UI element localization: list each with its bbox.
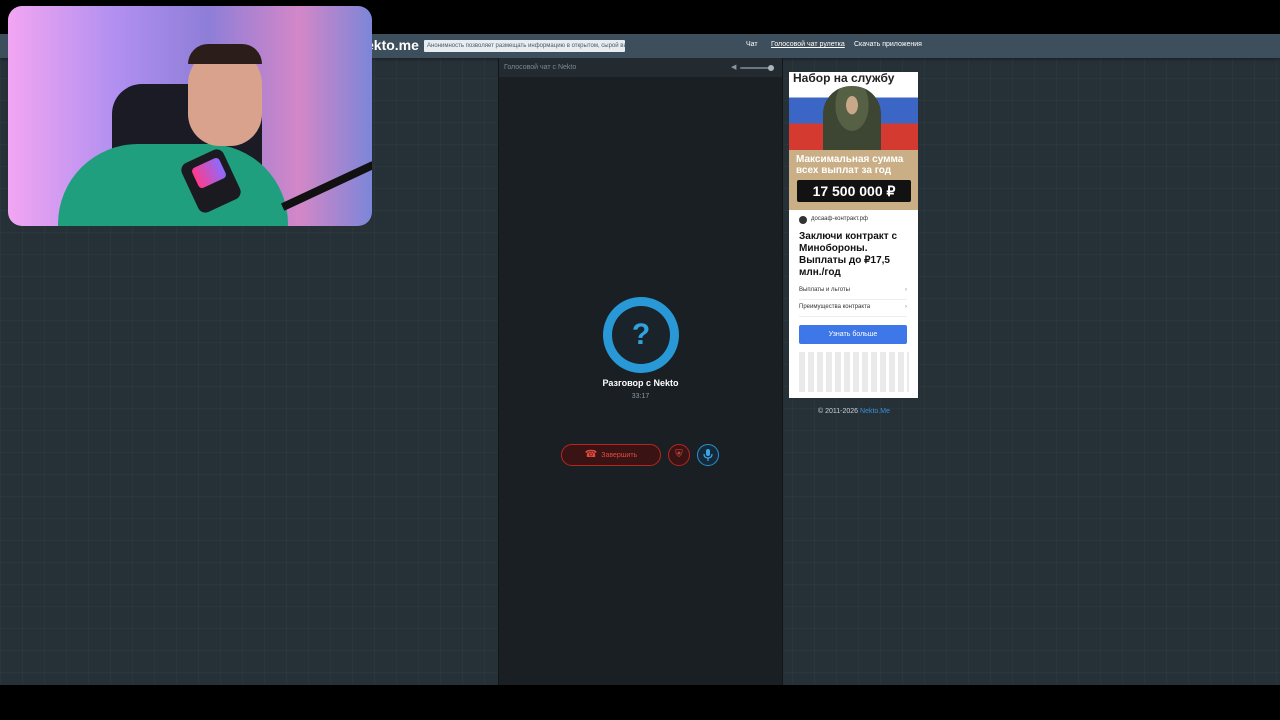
voice-chat-panel: Голосовой чат с Nekto ◀ ? Разговор с Nek… <box>498 58 783 685</box>
ad-domain[interactable]: досааф-контракт.рф <box>811 216 868 222</box>
webcam-overlay <box>8 6 372 226</box>
voice-chat-header: Голосовой чат с Nekto ◀ <box>499 58 782 77</box>
webcam-person-hair <box>188 44 262 64</box>
volume-knob[interactable] <box>767 65 774 71</box>
footer-copyright: © 2011-2026 <box>818 408 859 415</box>
ad-amount: 17 500 000 ₽ <box>797 180 911 202</box>
footer-brand-link[interactable]: Nekto.Me <box>860 408 890 415</box>
ad-link-benefits-label: Выплаты и льготы <box>799 287 850 293</box>
volume-slider[interactable]: ◀ <box>731 64 777 72</box>
microphone-icon <box>703 449 713 461</box>
webcam-mic-arm <box>280 161 372 211</box>
ad-link-benefits[interactable]: Выплаты и льготы › <box>799 287 907 300</box>
question-mark-icon: ? <box>612 306 670 364</box>
ad-sum-label: Максимальная сумма всех выплат за год <box>796 154 904 176</box>
nav-link-chat[interactable]: Чат <box>746 41 758 48</box>
ad-soldier-image <box>823 86 881 150</box>
phone-hangup-icon: ☎ <box>584 449 598 460</box>
ad-body-text: Заключи контракт с Минобороны. Выплаты д… <box>799 231 898 278</box>
anonymity-notice: Анонимность позволяет размещать информац… <box>424 40 625 52</box>
voice-chat-title: Голосовой чат с Nekto <box>504 64 577 71</box>
nav-link-download-apps[interactable]: Скачать приложения <box>854 41 922 48</box>
letterbox-bottom <box>0 685 1280 720</box>
shield-icon: ⛨ <box>675 449 683 460</box>
ad-pager <box>799 392 909 394</box>
ad-domain-icon <box>799 216 807 224</box>
anonymous-avatar: ? <box>603 297 679 373</box>
site-logo[interactable]: ekto.me <box>366 37 419 53</box>
advertisement-banner[interactable]: Набор на службу Максимальная сумма всех … <box>789 72 918 398</box>
microphone-button[interactable] <box>697 444 719 466</box>
end-call-label: Завершить <box>601 451 638 459</box>
chevron-right-icon: › <box>905 304 907 310</box>
ad-cta-button[interactable]: Узнать больше <box>799 325 907 344</box>
speaker-icon: ◀ <box>731 64 737 71</box>
chevron-right-icon: › <box>905 287 907 293</box>
end-call-button[interactable]: ☎ Завершить <box>561 444 661 466</box>
report-button[interactable]: ⛨ <box>668 444 690 466</box>
call-timer: 33:17 <box>631 393 650 400</box>
conversation-title: Разговор с Nekto <box>602 378 679 388</box>
ad-link-advantages-label: Преимущества контракта <box>799 304 871 310</box>
footer: © 2011-2026 Nekto.Me <box>818 408 890 415</box>
ad-headline: Набор на службу <box>793 72 895 85</box>
nav-link-voice-chat-roulette[interactable]: Голосовой чат рулетка <box>771 41 845 48</box>
ad-placeholder-rows <box>799 352 909 392</box>
ad-link-advantages[interactable]: Преимущества контракта › <box>799 304 907 317</box>
